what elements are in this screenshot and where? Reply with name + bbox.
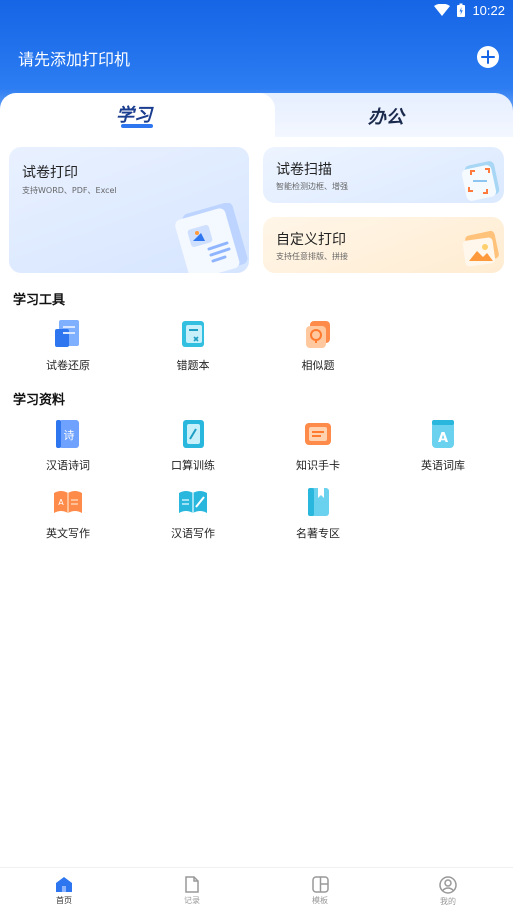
similar-questions-icon <box>306 321 330 348</box>
wifi-icon <box>434 4 451 16</box>
english-writing-label: 英文写作 <box>46 527 90 540</box>
knowledge-card-icon <box>305 423 331 445</box>
chinese-poetry-icon: 诗 <box>56 420 79 448</box>
svg-text:A: A <box>438 431 448 446</box>
nav-record[interactable]: 记录 <box>162 876 222 906</box>
nav-template-label: 模板 <box>312 896 328 905</box>
mental-math-label: 口算训练 <box>171 459 215 472</box>
mental-math-item[interactable]: 口算训练 <box>148 417 238 477</box>
study-tools-title: 学习工具 <box>13 293 66 308</box>
main-content: 试卷打印 支持WORD、PDF、Excel 试卷扫描 智能检测边框、增强 自定义… <box>0 137 513 867</box>
wrong-questions-icon <box>182 321 204 347</box>
similar-questions-item[interactable]: 相似题 <box>273 317 363 377</box>
svg-text:诗: 诗 <box>64 428 75 442</box>
wrong-questions-item[interactable]: 错题本 <box>148 317 238 377</box>
tab-bar: 学习 办公 <box>0 93 513 137</box>
record-icon <box>185 876 199 893</box>
nav-profile-label: 我的 <box>440 897 456 906</box>
classics-item[interactable]: 名著专区 <box>273 485 363 545</box>
svg-text:A: A <box>58 498 64 507</box>
english-vocab-item[interactable]: A 英语词库 <box>398 417 488 477</box>
battery-icon <box>457 3 466 17</box>
tab-active-indicator <box>121 124 153 128</box>
paper-print-title: 试卷打印 <box>22 165 78 181</box>
custom-print-title: 自定义打印 <box>276 232 346 248</box>
wrong-questions-label: 错题本 <box>176 359 210 372</box>
english-vocab-label: 英语词库 <box>421 459 465 472</box>
knowledge-card-label: 知识手卡 <box>296 459 340 472</box>
plus-icon <box>481 50 495 64</box>
add-printer-button[interactable] <box>477 46 499 68</box>
english-vocab-icon: A <box>432 420 454 448</box>
tab-office-label[interactable]: 办公 <box>368 103 404 129</box>
status-time: 10:22 <box>472 3 505 18</box>
similar-questions-label: 相似题 <box>301 359 335 372</box>
paper-scan-subtitle: 智能检测边框、增强 <box>276 182 348 191</box>
mental-math-icon <box>183 420 204 448</box>
paper-print-card[interactable]: 试卷打印 支持WORD、PDF、Excel <box>9 147 249 273</box>
classics-icon <box>308 488 329 516</box>
english-writing-item[interactable]: A 英文写作 <box>23 485 113 545</box>
nav-home-label: 首页 <box>56 896 72 905</box>
custom-print-subtitle: 支持任意排版、拼接 <box>276 252 348 261</box>
chinese-writing-icon <box>179 491 207 513</box>
photo-illustration-icon <box>462 230 499 267</box>
paper-restore-item[interactable]: 试卷还原 <box>23 317 113 377</box>
bottom-nav: 首页 记录 模板 我的 <box>0 867 513 912</box>
paper-scan-card[interactable]: 试卷扫描 智能检测边框、增强 <box>263 147 504 203</box>
chinese-poetry-item[interactable]: 诗 汉语诗词 <box>23 417 113 477</box>
chinese-poetry-label: 汉语诗词 <box>46 459 90 472</box>
template-icon <box>311 876 329 893</box>
nav-home[interactable]: 首页 <box>34 876 94 906</box>
add-printer-title[interactable]: 请先添加打印机 <box>18 46 130 70</box>
nav-profile[interactable]: 我的 <box>418 876 478 907</box>
custom-print-card[interactable]: 自定义打印 支持任意排版、拼接 <box>263 217 504 273</box>
knowledge-card-item[interactable]: 知识手卡 <box>273 417 363 477</box>
nav-template[interactable]: 模板 <box>290 876 350 906</box>
status-bar: 10:22 <box>0 0 513 24</box>
profile-icon <box>439 876 457 894</box>
paper-restore-label: 试卷还原 <box>46 359 90 372</box>
document-illustration-icon <box>175 203 248 273</box>
chinese-writing-label: 汉语写作 <box>171 527 215 540</box>
home-icon <box>56 877 72 892</box>
english-writing-icon: A <box>54 491 82 513</box>
classics-label: 名著专区 <box>296 527 340 540</box>
nav-record-label: 记录 <box>184 896 200 905</box>
paper-restore-icon <box>55 320 79 347</box>
chinese-writing-item[interactable]: 汉语写作 <box>148 485 238 545</box>
paper-scan-title: 试卷扫描 <box>276 162 332 178</box>
study-materials-title: 学习资料 <box>13 393 66 408</box>
paper-print-subtitle: 支持WORD、PDF、Excel <box>22 186 117 195</box>
scan-illustration-icon <box>461 161 500 201</box>
